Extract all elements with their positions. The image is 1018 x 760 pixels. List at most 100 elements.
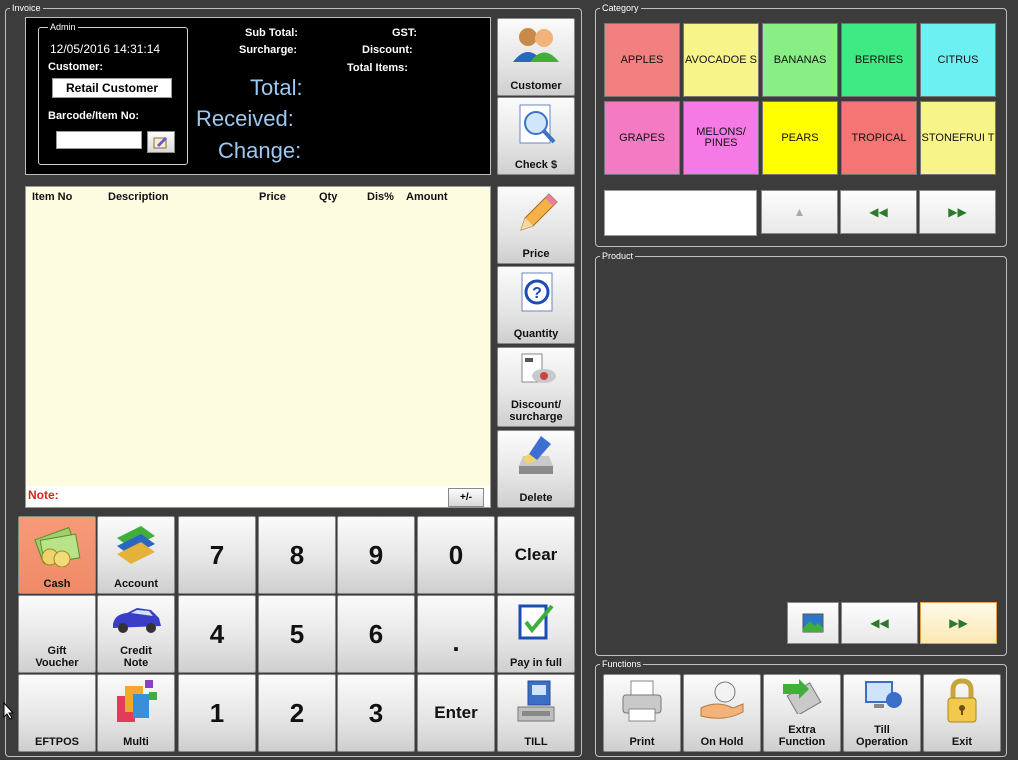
category-up-button[interactable]: ▲ (761, 190, 838, 234)
onhold-icon (700, 681, 744, 719)
print-icon (622, 680, 662, 722)
category-avocadoes[interactable]: AVOCADOE S (683, 23, 759, 97)
key-3[interactable]: 3 (337, 674, 415, 752)
category-legend: Category (602, 3, 639, 13)
category-pears[interactable]: PEARS (762, 101, 838, 175)
till-op-label-2: Operation (856, 736, 908, 748)
col-dis: Dis% (367, 191, 394, 203)
multi-button[interactable]: Multi (97, 674, 175, 752)
price-button-label: Price (522, 248, 550, 260)
delete-icon (519, 436, 553, 474)
quantity-button-label: Quantity (513, 328, 559, 340)
print-button[interactable]: Print (603, 674, 681, 752)
key-dot[interactable]: . (417, 595, 495, 673)
credit-note-button[interactable]: Credit Note (97, 595, 175, 673)
category-melons-pines[interactable]: MELONS/ PINES (683, 101, 759, 175)
invoice-summary-panel: Admin 12/05/2016 14:31:14 Customer: Reta… (25, 17, 491, 175)
note-label: Note: (28, 488, 59, 502)
note-bar (26, 486, 490, 506)
extra-label-1: Extra (788, 724, 816, 736)
product-next-button[interactable]: ▶▶ (920, 602, 997, 644)
category-tropical[interactable]: TROPICAL (841, 101, 917, 175)
functions-legend: Functions (602, 659, 642, 669)
key-8[interactable]: 8 (258, 516, 336, 594)
till-operation-icon (865, 681, 902, 708)
onhold-label: On Hold (700, 736, 744, 748)
product-image-button[interactable] (787, 602, 839, 644)
category-grapes[interactable]: GRAPES (604, 101, 680, 175)
cash-button[interactable]: Cash (18, 516, 96, 594)
category-berries[interactable]: BERRIES (841, 23, 917, 97)
col-description: Description (108, 191, 169, 203)
plus-minus-button[interactable]: +/- (448, 488, 484, 507)
picture-icon (802, 613, 824, 633)
invoice-legend: Invoice (12, 3, 41, 13)
price-button[interactable]: Price (497, 186, 575, 264)
discount-label: Discount: (362, 44, 413, 56)
till-operation-button[interactable]: Till Operation (843, 674, 921, 752)
extra-function-button[interactable]: Extra Function (763, 674, 841, 752)
gift-label-2: Voucher (35, 657, 79, 669)
customer-icon (513, 28, 559, 62)
product-prev-button[interactable]: ◀◀ (841, 602, 918, 644)
extra-function-icon (783, 679, 822, 714)
cash-button-label: Cash (43, 578, 71, 590)
category-bananas[interactable]: BANANAS (762, 23, 838, 97)
extra-label-2: Function (778, 736, 826, 748)
key-6[interactable]: 6 (337, 595, 415, 673)
quantity-button[interactable]: ? Quantity (497, 266, 575, 344)
payfull-icon (518, 604, 554, 640)
key-0[interactable]: 0 (417, 516, 495, 594)
discount-label-2: surcharge (509, 411, 563, 423)
customer-field[interactable]: Retail Customer (52, 78, 172, 98)
pay-in-full-label: Pay in full (510, 657, 562, 669)
eftpos-button[interactable]: EFTPOS (18, 674, 96, 752)
change-label: Change: (218, 138, 302, 163)
barcode-edit-button[interactable] (147, 131, 175, 153)
category-citrus[interactable]: CITRUS (920, 23, 996, 97)
right-arrow-icon: ▶▶ (949, 616, 968, 630)
category-stonefruit[interactable]: STONEFRUI T (920, 101, 996, 175)
account-button[interactable]: Account (97, 516, 175, 594)
key-1[interactable]: 1 (178, 674, 256, 752)
exit-button[interactable]: Exit (923, 674, 1001, 752)
till-button[interactable]: TILL (497, 674, 575, 752)
barcode-input[interactable] (56, 131, 142, 149)
category-search-box[interactable] (604, 190, 757, 236)
clear-button[interactable]: Clear (497, 516, 575, 594)
delete-button[interactable]: Delete (497, 430, 575, 508)
total-label: Total: (250, 75, 303, 100)
barcode-label: Barcode/Item No: (48, 110, 140, 122)
svg-text:?: ? (532, 285, 542, 302)
category-next-button[interactable]: ▶▶ (919, 190, 996, 234)
key-2[interactable]: 2 (258, 674, 336, 752)
customer-button[interactable]: Customer (497, 18, 575, 96)
gift-label-1: Gift (47, 645, 67, 657)
item-table[interactable]: Item No Description Price Qty Dis% Amoun… (25, 186, 491, 508)
key-7[interactable]: 7 (178, 516, 256, 594)
eftpos-label: EFTPOS (34, 736, 79, 748)
account-icon (117, 526, 155, 564)
key-4[interactable]: 4 (178, 595, 256, 673)
category-grid: APPLES AVOCADOE S BANANAS BERRIES CITRUS… (604, 23, 996, 179)
category-apples[interactable]: APPLES (604, 23, 680, 97)
check-button[interactable]: Check $ (497, 97, 575, 175)
customer-button-label: Customer (510, 80, 562, 92)
left-arrow-icon: ◀◀ (870, 616, 889, 630)
subtotal-label: Sub Total: (245, 27, 298, 39)
product-legend: Product (602, 251, 634, 261)
discount-label-1: Discount/ (510, 399, 562, 411)
key-5[interactable]: 5 (258, 595, 336, 673)
discount-surcharge-button[interactable]: Discount/surcharge (497, 347, 575, 427)
category-prev-button[interactable]: ◀◀ (840, 190, 917, 234)
on-hold-button[interactable]: On Hold (683, 674, 761, 752)
key-9[interactable]: 9 (337, 516, 415, 594)
gift-voucher-button[interactable]: Gift Voucher (18, 595, 96, 673)
total-items-label: Total Items: (347, 62, 408, 74)
till-label: TILL (524, 736, 548, 748)
car-icon (113, 608, 161, 633)
pay-in-full-button[interactable]: Pay in full (497, 595, 575, 673)
right-arrow-icon: ▶▶ (948, 205, 967, 219)
product-group: Product (595, 251, 1007, 656)
enter-button[interactable]: Enter (417, 674, 495, 752)
